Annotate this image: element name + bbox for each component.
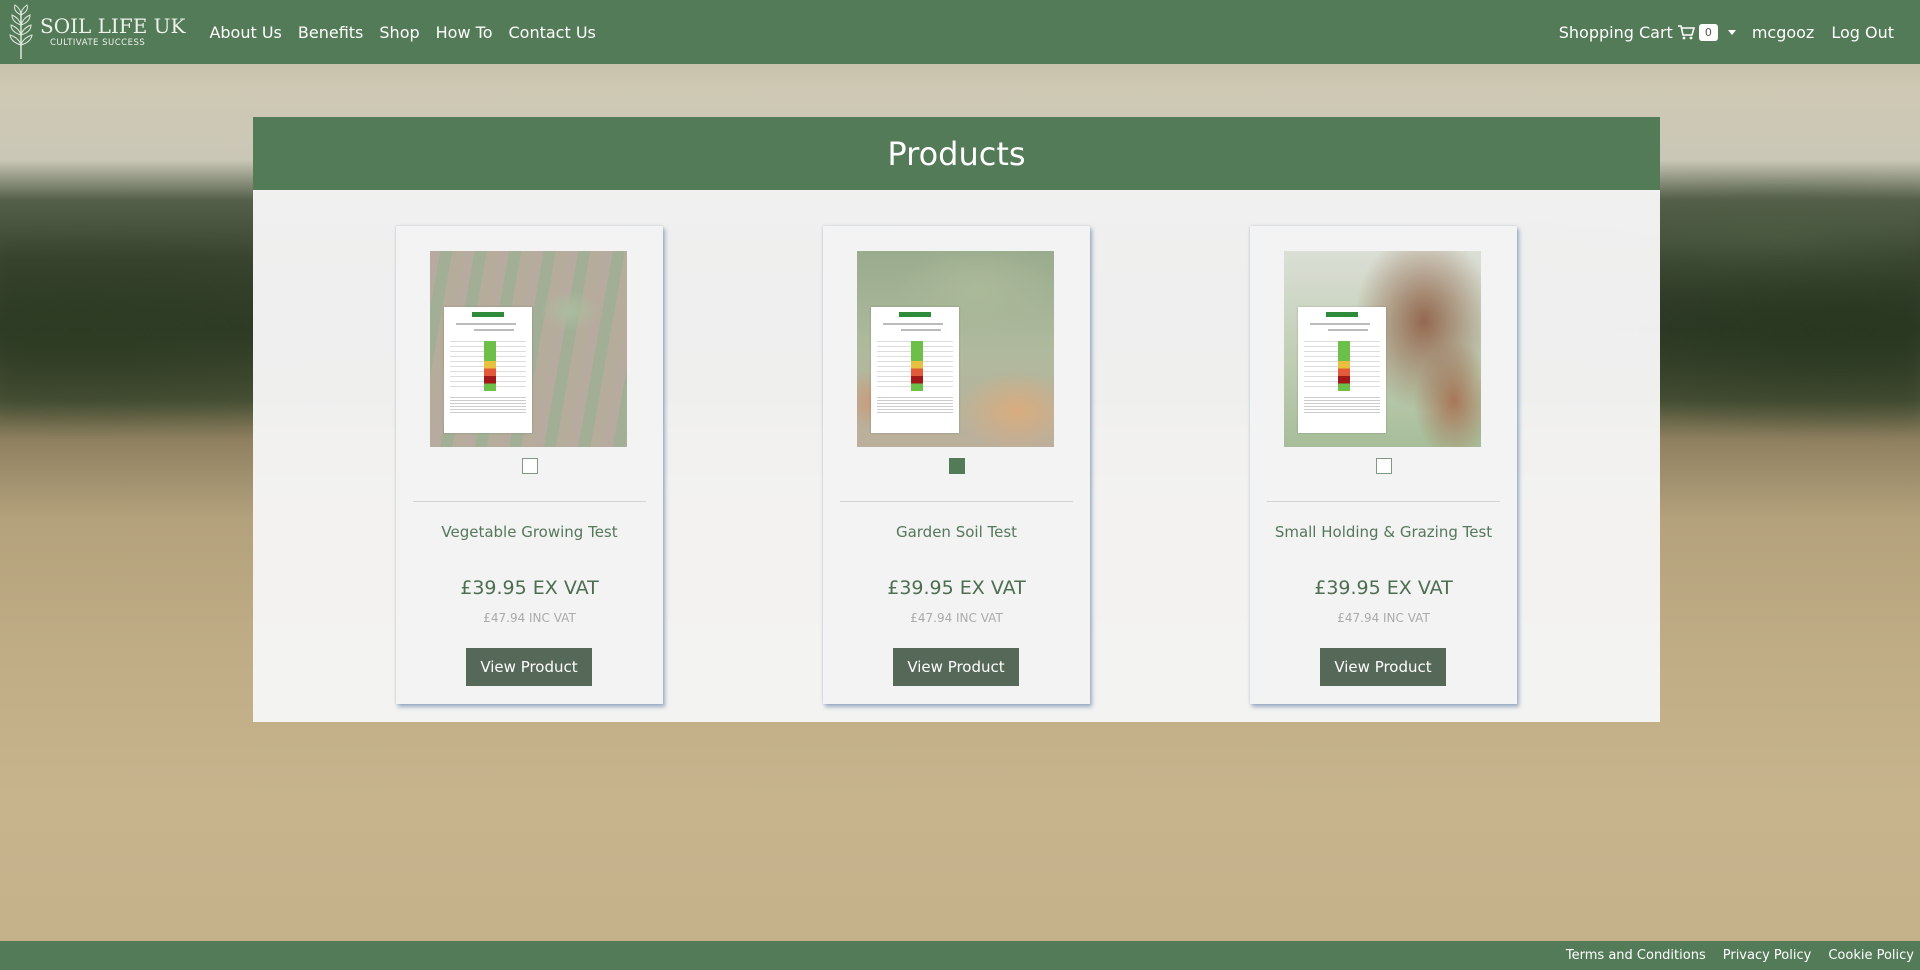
logout-link[interactable]: Log Out [1831, 23, 1894, 42]
divider [840, 501, 1073, 502]
product-image[interactable] [857, 251, 1054, 447]
nav-benefits[interactable]: Benefits [298, 23, 364, 42]
price-ex-vat: £39.95 EX VAT [460, 577, 599, 599]
price-inc-vat: £47.94 INC VAT [1337, 611, 1430, 625]
product-name: Garden Soil Test [895, 523, 1018, 541]
price-ex-vat: £39.95 EX VAT [1314, 577, 1453, 599]
price-inc-vat: £47.94 INC VAT [910, 611, 1003, 625]
brand-name: SOIL LIFE UK [40, 14, 186, 39]
price-inc-vat: £47.94 INC VAT [483, 611, 576, 625]
view-product-button[interactable]: View Product [466, 648, 592, 686]
footer-cookie-link[interactable]: Cookie Policy [1828, 948, 1914, 963]
panel-header: Products [253, 117, 1660, 190]
report-thumbnail [871, 307, 959, 433]
nav-shop[interactable]: Shop [379, 23, 419, 42]
shopping-cart-link[interactable]: Shopping Cart 0 [1559, 23, 1744, 42]
footer-privacy-link[interactable]: Privacy Policy [1723, 948, 1812, 963]
footer-terms-link[interactable]: Terms and Conditions [1566, 948, 1706, 963]
wheat-logo-icon [9, 4, 33, 59]
username-link[interactable]: mcgooz [1752, 23, 1815, 42]
products-panel: Products Vegetable Growing Test £39.95 E… [253, 117, 1660, 722]
nav-how-to[interactable]: How To [436, 23, 493, 42]
cart-count-badge: 0 [1698, 23, 1718, 41]
divider [413, 501, 646, 502]
product-card-grazing: Small Holding & Grazing Test £39.95 EX V… [1250, 226, 1517, 704]
page-title: Products [887, 134, 1026, 173]
report-thumbnail [1298, 307, 1386, 433]
cart-label: Shopping Cart [1558, 22, 1673, 42]
report-thumbnail [444, 307, 532, 433]
nav-about-us[interactable]: About Us [209, 23, 281, 42]
price-ex-vat: £39.95 EX VAT [887, 577, 1026, 599]
user-nav: Shopping Cart 0 mcgooz Log Out [1559, 23, 1894, 42]
product-card-garden: Garden Soil Test £39.95 EX VAT £47.94 IN… [823, 226, 1090, 704]
product-select-checkbox[interactable] [522, 458, 538, 474]
product-select-checkbox[interactable] [949, 458, 965, 474]
view-product-button[interactable]: View Product [1320, 648, 1446, 686]
main-nav: About Us Benefits Shop How To Contact Us [209, 23, 611, 42]
site-footer: Terms and Conditions Privacy Policy Cook… [0, 941, 1920, 970]
product-list: Vegetable Growing Test £39.95 EX VAT £47… [396, 226, 1517, 704]
product-select-checkbox[interactable] [1376, 458, 1392, 474]
brand-tagline: CULTIVATE SUCCESS [50, 38, 146, 49]
top-navbar: SOIL LIFE UK CULTIVATE SUCCESS About Us … [0, 0, 1920, 64]
product-image[interactable] [1284, 251, 1481, 447]
product-name: Vegetable Growing Test [441, 523, 618, 541]
view-product-button[interactable]: View Product [893, 648, 1019, 686]
divider [1267, 501, 1500, 502]
brand-logo[interactable]: SOIL LIFE UK CULTIVATE SUCCESS [6, 0, 185, 64]
product-image[interactable] [430, 251, 627, 447]
cart-icon [1677, 25, 1695, 40]
product-name: Small Holding & Grazing Test [1274, 523, 1493, 541]
nav-contact-us[interactable]: Contact Us [508, 23, 595, 42]
product-card-vegetable: Vegetable Growing Test £39.95 EX VAT £47… [396, 226, 663, 704]
chevron-down-icon[interactable] [1727, 29, 1736, 35]
